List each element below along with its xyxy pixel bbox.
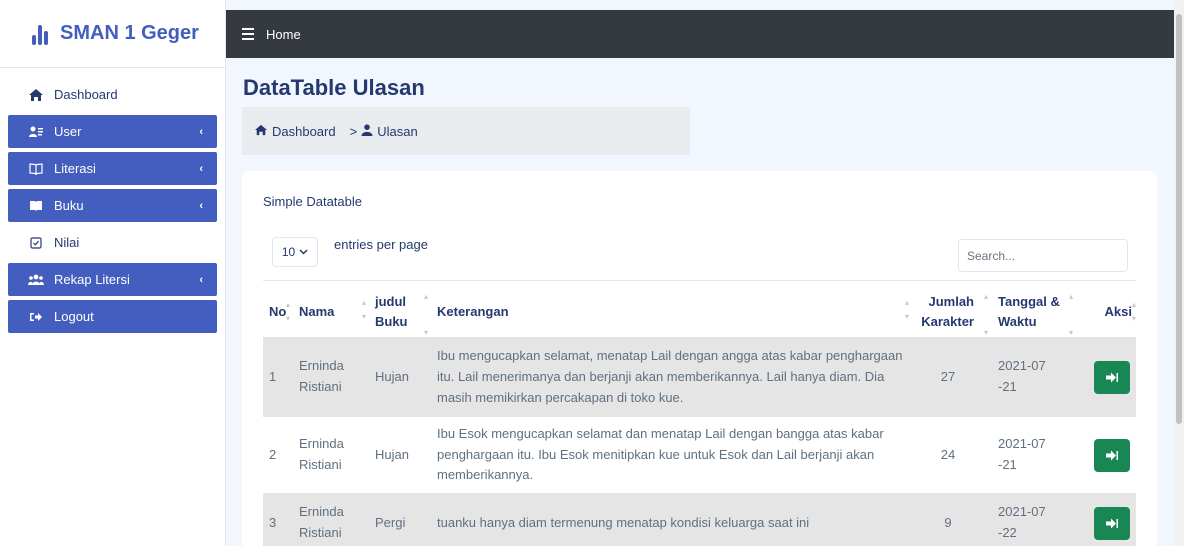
cell-jumlah: 9 bbox=[912, 493, 984, 546]
sidebar-item-logout[interactable]: Logout bbox=[8, 300, 217, 333]
cell-judul: Hujan bbox=[375, 446, 409, 462]
sidebar-item-buku[interactable]: Buku ‹ bbox=[8, 189, 217, 222]
checkbox-icon bbox=[28, 236, 44, 249]
hamburger-menu-icon[interactable] bbox=[242, 28, 254, 40]
sign-in-arrow-icon bbox=[1106, 450, 1118, 460]
ulasan-table: No ▴ ▾ Nama ▴ ▾ judul Buku ▴ ▾ Keterangan ▴ ▾ Jum… bbox=[263, 287, 1136, 546]
cell-jumlah: 27 bbox=[912, 337, 984, 417]
table-row: 1 Erninda Ristiani Hujan Ibu mengucapkan… bbox=[263, 337, 1136, 417]
scrollbar-thumb[interactable] bbox=[1176, 14, 1182, 424]
cell-keterangan: Ibu Esok mengucapkan selamat dan menatap… bbox=[437, 425, 884, 483]
sidebar-item-label: Dashboard bbox=[54, 87, 118, 102]
table-header-row: No ▴ ▾ Nama ▴ ▾ judul Buku ▴ ▾ Keterangan ▴ ▾ Jum… bbox=[263, 287, 1136, 338]
sign-in-arrow-icon bbox=[1106, 518, 1118, 528]
entries-per-page-label: entries per page bbox=[334, 237, 428, 252]
main-content: DataTable Ulasan Dashboard > Ulasan Simp… bbox=[226, 58, 1174, 546]
sign-out-icon bbox=[28, 311, 44, 323]
sign-in-arrow-icon bbox=[1106, 372, 1118, 383]
sidebar-item-nilai[interactable]: Nilai bbox=[8, 226, 225, 259]
sidebar-item-rekap-litersi[interactable]: Rekap Litersi ‹ bbox=[8, 263, 217, 296]
cell-tanggal: 2021-07-22 bbox=[984, 493, 1076, 546]
brand[interactable]: SMAN 1 Geger bbox=[0, 0, 225, 68]
cell-no: 1 bbox=[263, 337, 293, 417]
topbar-home-link[interactable]: Home bbox=[266, 27, 301, 42]
topbar: Home bbox=[226, 10, 1174, 58]
datatable-card: Simple Datatable 10 entries per page Sea… bbox=[242, 171, 1157, 546]
users-group-icon bbox=[28, 274, 44, 286]
sidebar-item-label: User bbox=[54, 124, 82, 139]
cell-keterangan: Ibu mengucapkan selamat, menatap Lail de… bbox=[431, 337, 912, 417]
column-header-tanggal-waktu[interactable]: Tanggal & Waktu ▴ ▾ bbox=[984, 287, 1076, 338]
sort-icon: ▴ ▾ bbox=[1131, 300, 1136, 323]
entries-per-page-value: 10 bbox=[281, 245, 296, 259]
breadcrumb-home-link[interactable]: Dashboard bbox=[272, 124, 336, 139]
entries-per-page-select[interactable]: 10 bbox=[272, 237, 318, 267]
home-icon bbox=[254, 124, 268, 139]
column-header-nama[interactable]: Nama ▴ ▾ bbox=[293, 287, 369, 338]
sort-icon: ▴ ▾ bbox=[423, 292, 428, 337]
sort-icon: ▴ ▾ bbox=[285, 300, 290, 323]
sidebar-item-label: Literasi bbox=[54, 161, 96, 176]
cell-judul: Pergi bbox=[369, 493, 431, 546]
sidebar: SMAN 1 Geger Dashboard User ‹ Literasi ‹ bbox=[0, 0, 226, 546]
user-icon bbox=[361, 123, 373, 139]
cell-nama: Erninda Ristiani bbox=[293, 337, 369, 417]
breadcrumb: Dashboard > Ulasan bbox=[242, 107, 690, 155]
user-list-icon bbox=[28, 126, 44, 138]
column-header-judul-buku[interactable]: judul Buku ▴ ▾ bbox=[369, 287, 431, 338]
cell-nama: Erninda Ristiani bbox=[299, 436, 344, 472]
sort-icon: ▴ ▾ bbox=[904, 298, 909, 321]
sort-icon: ▴ ▾ bbox=[361, 298, 366, 321]
sidebar-item-label: Buku bbox=[54, 198, 84, 213]
table-row: 2 Erninda Ristiani Hujan Ibu Esok menguc… bbox=[263, 417, 1136, 493]
cell-no: 3 bbox=[263, 493, 293, 546]
chevron-left-icon: ‹ bbox=[199, 199, 203, 212]
chevron-left-icon: ‹ bbox=[199, 125, 203, 138]
sidebar-item-literasi[interactable]: Literasi ‹ bbox=[8, 152, 217, 185]
open-book-icon bbox=[28, 162, 44, 175]
page-title: DataTable Ulasan bbox=[243, 75, 425, 100]
cell-aksi bbox=[1076, 417, 1136, 493]
home-icon bbox=[28, 88, 44, 102]
sidebar-item-dashboard[interactable]: Dashboard bbox=[0, 78, 225, 111]
cell-keterangan: tuanku hanya diam termenung menatap kond… bbox=[431, 493, 912, 546]
column-header-keterangan[interactable]: Keterangan ▴ ▾ bbox=[431, 287, 912, 338]
chevron-down-icon bbox=[299, 249, 308, 255]
cell-judul: Hujan bbox=[369, 337, 431, 417]
table-row: 3 Erninda Ristiani Pergi tuanku hanya di… bbox=[263, 493, 1136, 546]
column-header-aksi[interactable]: Aksi ▴ ▾ bbox=[1076, 287, 1136, 338]
search-input[interactable]: Search... bbox=[958, 239, 1128, 272]
row-action-button[interactable] bbox=[1094, 360, 1130, 394]
row-action-button[interactable] bbox=[1094, 506, 1130, 540]
cell-aksi bbox=[1076, 337, 1136, 417]
cell-tanggal: 2021-07-21 bbox=[984, 337, 1076, 417]
sidebar-item-label: Nilai bbox=[54, 235, 80, 250]
cell-jumlah: 24 bbox=[940, 446, 956, 462]
cell-no: 2 bbox=[269, 446, 277, 462]
cell-tanggal: 2021-07-21 bbox=[998, 436, 1046, 472]
cell-nama: Erninda Ristiani bbox=[293, 493, 369, 546]
chevron-left-icon: ‹ bbox=[199, 162, 203, 175]
sidebar-menu: Dashboard User ‹ Literasi ‹ Buku ‹ Nilai… bbox=[0, 68, 225, 333]
page-scrollbar[interactable] bbox=[1174, 0, 1184, 546]
brand-title: SMAN 1 Geger bbox=[60, 22, 199, 44]
bar-chart-logo-icon bbox=[32, 23, 54, 45]
sidebar-item-label: Rekap Litersi bbox=[54, 272, 130, 287]
column-header-jumlah-karakter[interactable]: Jumlah Karakter ▴ ▾ bbox=[912, 287, 988, 338]
cell-aksi bbox=[1076, 493, 1136, 546]
row-action-button[interactable] bbox=[1094, 438, 1130, 472]
datatable-controls: 10 entries per page Search... bbox=[263, 231, 1136, 281]
book-icon bbox=[28, 200, 44, 212]
breadcrumb-current: Ulasan bbox=[377, 123, 418, 139]
sidebar-item-user[interactable]: User ‹ bbox=[8, 115, 217, 148]
sort-icon: ▴ ▾ bbox=[1068, 292, 1073, 337]
column-header-no[interactable]: No ▴ ▾ bbox=[263, 287, 293, 338]
card-title: Simple Datatable bbox=[263, 194, 362, 209]
chevron-left-icon: ‹ bbox=[199, 273, 203, 286]
sidebar-item-label: Logout bbox=[54, 309, 94, 324]
breadcrumb-separator: > bbox=[349, 123, 358, 139]
